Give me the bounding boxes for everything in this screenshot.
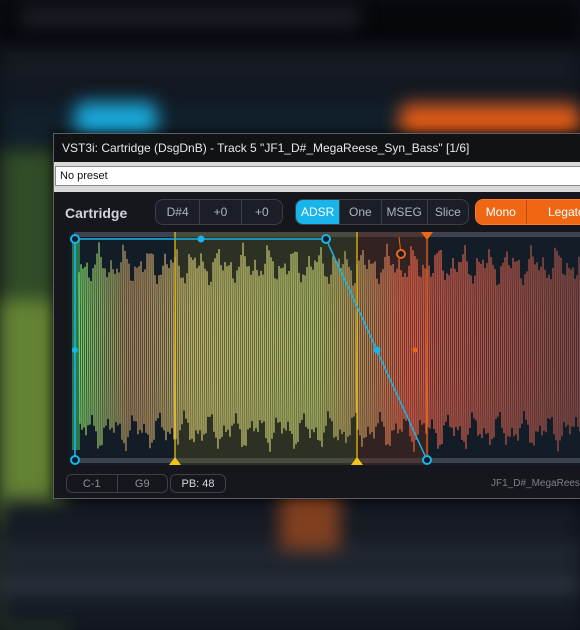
pitch-bend-range[interactable]: PB: 48: [170, 474, 226, 493]
transpose-coarse[interactable]: +0: [200, 200, 242, 224]
root-note[interactable]: D#4: [156, 200, 201, 224]
filter-node[interactable]: [396, 249, 406, 259]
mono-button[interactable]: Mono: [476, 200, 527, 224]
waveform-editor[interactable]: [69, 232, 580, 465]
voice-mode-buttons: Mono Legato: [475, 199, 580, 225]
tab-slice[interactable]: Slice: [428, 200, 468, 224]
plugin-name: Cartridge: [65, 205, 128, 221]
envelope-mode-tabs: ADSR One MSEG Slice: [295, 199, 469, 225]
decay-node[interactable]: [321, 234, 331, 244]
transpose-fine[interactable]: +0: [242, 200, 282, 224]
tab-one[interactable]: One: [340, 200, 382, 224]
decay-curve-node[interactable]: [373, 346, 381, 354]
filter-mid-node[interactable]: [412, 347, 418, 353]
window-title[interactable]: VST3i: Cartridge (DsgDnB) - Track 5 "JF1…: [54, 134, 580, 162]
start-node[interactable]: [70, 455, 80, 465]
key-range-high[interactable]: G9: [118, 475, 168, 492]
start-mid-node[interactable]: [72, 347, 78, 353]
cartridge-plugin: Cartridge D#4 +0 +0 ADSR One MSEG Slice …: [54, 192, 580, 498]
sample-display[interactable]: [69, 232, 580, 465]
preset-selector[interactable]: No preset: [55, 166, 580, 186]
preset-bar: No preset: [54, 162, 580, 192]
sample-name: JF1_D#_MegaReese_Syn_Bass: [491, 478, 580, 489]
tab-mseg[interactable]: MSEG: [382, 200, 428, 224]
release-node[interactable]: [422, 455, 432, 465]
attack-node[interactable]: [70, 234, 80, 244]
plugin-window: VST3i: Cartridge (DsgDnB) - Track 5 "JF1…: [53, 133, 580, 499]
hold-node[interactable]: [197, 235, 205, 243]
key-range: C-1 G9: [66, 474, 168, 493]
bottom-bar: C-1 G9 PB: 48 JF1_D#_MegaReese_Syn_Bass: [54, 471, 580, 498]
legato-button[interactable]: Legato: [526, 200, 580, 224]
tab-adsr[interactable]: ADSR: [296, 200, 341, 224]
note-controls: D#4 +0 +0: [155, 199, 283, 225]
key-range-low[interactable]: C-1: [67, 475, 118, 492]
